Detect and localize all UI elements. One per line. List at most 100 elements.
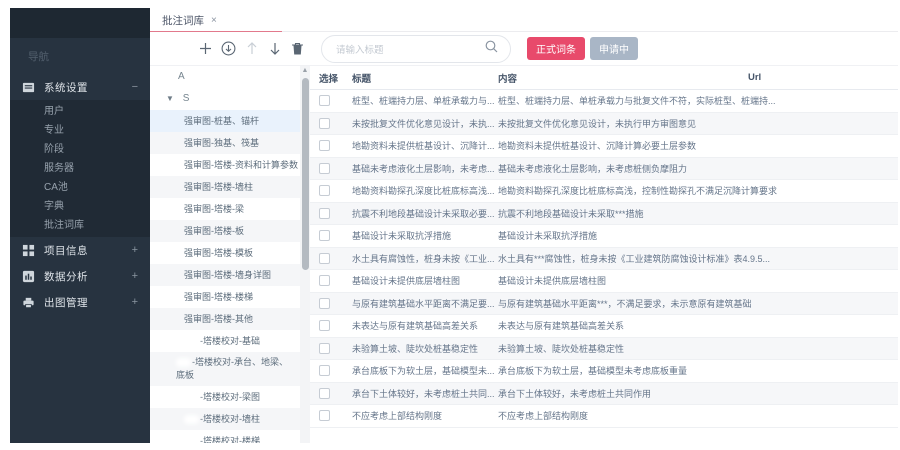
row-select-cell	[310, 95, 352, 106]
row-checkbox[interactable]	[319, 118, 330, 129]
tree-item[interactable]: 强审图-塔楼-其他	[150, 308, 300, 330]
row-checkbox[interactable]	[319, 140, 330, 151]
row-checkbox[interactable]	[319, 298, 330, 309]
row-checkbox[interactable]	[319, 275, 330, 286]
tree-item-label: 强审图-塔楼-模板	[184, 248, 253, 258]
sidebar-subitem[interactable]: 阶段	[10, 140, 150, 159]
sidebar-subitem[interactable]: 字典	[10, 197, 150, 216]
row-checkbox[interactable]	[319, 388, 330, 399]
table-row[interactable]: 未表达与原有建筑基础高差关系 未表达与原有建筑基础高差关系	[310, 315, 898, 338]
row-checkbox[interactable]	[319, 253, 330, 264]
tree-item[interactable]: 强审图-塔楼-楼梯	[150, 286, 300, 308]
tree-item[interactable]: 强审图-塔楼-模板	[150, 242, 300, 264]
trash-icon[interactable]	[290, 41, 305, 56]
tree-item[interactable]: -塔楼校对-楼梯	[150, 430, 300, 443]
row-select-cell	[310, 163, 352, 174]
tree-item-label: 强审图-独基、筏基	[184, 138, 259, 148]
search-icon[interactable]	[485, 40, 498, 58]
tree-item[interactable]: -塔楼校对-梁图	[150, 386, 300, 408]
table-row[interactable]: 承台底板下为软土层，基础模型未... 承台底板下为软土层，基础模型未考虑底板重量	[310, 360, 898, 383]
row-title: 基础设计未采取抗浮措施	[352, 229, 498, 242]
tab-bar: 批注词库 ×	[150, 8, 898, 32]
row-content: 未按批复文件优化意见设计，未执行甲方审图意见	[498, 117, 748, 130]
sidebar-item-system-settings[interactable]: 系统设置 −	[10, 74, 150, 100]
row-title: 未验算土坡、陡坎处桩基稳定性	[352, 342, 498, 355]
row-title: 承台底板下为软土层，基础模型未...	[352, 364, 498, 377]
tree-item[interactable]: 强审图-塔楼-墙身详图	[150, 264, 300, 286]
row-select-cell	[310, 208, 352, 219]
row-checkbox[interactable]	[319, 343, 330, 354]
table-row[interactable]: 水土具有腐蚀性，桩身未按《工业... 水土具有***腐蚀性，桩身未按《工业建筑防…	[310, 248, 898, 271]
sidebar-item-data-analysis[interactable]: 数据分析 +	[10, 263, 150, 289]
row-checkbox[interactable]	[319, 163, 330, 174]
tree-item-label: -塔楼校对-基础	[200, 336, 260, 346]
tree-item[interactable]: -塔楼校对-基础	[150, 330, 300, 352]
row-select-cell	[310, 343, 352, 354]
sidebar-item-project-info[interactable]: 项目信息 +	[10, 237, 150, 263]
table-row[interactable]: 地勘资料未提供桩基设计、沉降计... 地勘资料未提供桩基设计、沉降计算必要土层参…	[310, 135, 898, 158]
tree-group-label: S	[183, 93, 190, 104]
collapse-icon[interactable]: −	[132, 81, 138, 93]
sidebar-subitem[interactable]: 专业	[10, 121, 150, 140]
row-checkbox[interactable]	[319, 365, 330, 376]
sidebar-nav-input[interactable]: 导航	[10, 38, 150, 74]
tree-scrollbar[interactable]: ▲	[300, 66, 310, 443]
row-checkbox[interactable]	[319, 208, 330, 219]
expand-icon[interactable]: +	[132, 244, 138, 256]
row-checkbox[interactable]	[319, 95, 330, 106]
row-checkbox[interactable]	[319, 185, 330, 196]
caret-down-icon[interactable]: ▼	[166, 88, 174, 110]
arrow-down-icon[interactable]	[267, 41, 282, 56]
tree-item-label: -塔楼校对-承台、地梁、底板	[176, 357, 288, 380]
tree-item[interactable]: 强审图-塔楼-梁	[150, 198, 300, 220]
tree-item[interactable]: 强审图-塔楼-资料和计算参数	[150, 154, 300, 176]
pending-application-button[interactable]: 申请中	[590, 37, 638, 60]
row-checkbox[interactable]	[319, 410, 330, 421]
table-row[interactable]: 未按批复文件优化意见设计，未执... 未按批复文件优化意见设计，未执行甲方审图意…	[310, 113, 898, 136]
row-select-cell	[310, 365, 352, 376]
row-content: 承台下土体较好，未考虑桩土共同作用	[498, 387, 748, 400]
row-checkbox[interactable]	[319, 230, 330, 241]
table-row[interactable]: 承台下土体较好，未考虑桩土共同... 承台下土体较好，未考虑桩土共同作用	[310, 383, 898, 406]
table-row[interactable]: 不应考虑上部结构刚度 不应考虑上部结构刚度	[310, 405, 898, 428]
search-input[interactable]: 请输入标题	[321, 35, 511, 63]
row-title: 不应考虑上部结构刚度	[352, 409, 498, 422]
table-row[interactable]: 桩型、桩端持力层、单桩承载力与... 桩型、桩端持力层、单桩承载力与批复文件不符…	[310, 90, 898, 113]
close-icon[interactable]: ×	[211, 15, 217, 26]
row-title: 地勘资料勘探孔深度比桩底标高浅...	[352, 184, 498, 197]
table-row[interactable]: 地勘资料勘探孔深度比桩底标高浅... 地勘资料勘探孔深度比桩底标高浅，控制性勘探…	[310, 180, 898, 203]
tree-group-s[interactable]: ▼ S	[150, 88, 300, 110]
row-content: 抗震不利地段基础设计未采取***措施	[498, 207, 748, 220]
tree-item[interactable]: -塔楼校对-承台、地梁、底板	[150, 352, 300, 386]
tree-item[interactable]: 强审图-独基、筏基	[150, 132, 300, 154]
scroll-up-icon[interactable]: ▲	[300, 66, 310, 76]
sidebar-subitem[interactable]: 用户	[10, 102, 150, 121]
sidebar-subitem[interactable]: 批注词库	[10, 216, 150, 235]
tab-annotation-lexicon[interactable]: 批注词库 ×	[150, 8, 282, 32]
tree-item[interactable]: -塔楼校对-墙柱	[150, 408, 300, 430]
expand-icon[interactable]: +	[132, 270, 138, 282]
row-checkbox[interactable]	[319, 320, 330, 331]
table-row[interactable]: 抗震不利地段基础设计未采取必要... 抗震不利地段基础设计未采取***措施	[310, 203, 898, 226]
tree-group-a[interactable]: A	[150, 66, 300, 88]
tree-item[interactable]: 强审图-塔楼-墙柱	[150, 176, 300, 198]
tree-item[interactable]: 强审图-塔楼-板	[150, 220, 300, 242]
download-icon[interactable]	[221, 41, 236, 56]
table-row[interactable]: 与原有建筑基础水平距离不满足要... 与原有建筑基础水平距离***，不满足要求，…	[310, 293, 898, 316]
sidebar: 导航 系统设置 − 用户 专业 阶段 服务器 CA池 字典 批注词	[10, 8, 150, 443]
row-content: 地勘资料勘探孔深度比桩底标高浅，控制性勘探孔不满足沉降计算要求	[498, 184, 748, 197]
table-row[interactable]: 基础设计未提供底层墙柱图 基础设计未提供底层墙柱图	[310, 270, 898, 293]
sidebar-subitem[interactable]: CA池	[10, 178, 150, 197]
sidebar-subitem[interactable]: 服务器	[10, 159, 150, 178]
table-row[interactable]: 未验算土坡、陡坎处桩基稳定性 未验算土坡、陡坎处桩基稳定性	[310, 338, 898, 361]
expand-icon[interactable]: +	[132, 296, 138, 308]
formal-entries-button[interactable]: 正式词条	[527, 37, 585, 60]
add-icon[interactable]	[198, 41, 213, 56]
scrollbar-thumb[interactable]	[302, 78, 309, 270]
column-header-title: 标题	[352, 71, 498, 85]
arrow-up-icon[interactable]	[244, 41, 259, 56]
table-row[interactable]: 基础设计未采取抗浮措施 基础设计未采取抗浮措施	[310, 225, 898, 248]
table-row[interactable]: 基础未考虑液化土层影响，未考虑... 基础未考虑液化土层影响，未考虑桩侧负摩阻力	[310, 158, 898, 181]
tree-item[interactable]: 强审图-桩基、锚杆	[150, 110, 300, 132]
sidebar-item-drawing-management[interactable]: 出图管理 +	[10, 289, 150, 315]
